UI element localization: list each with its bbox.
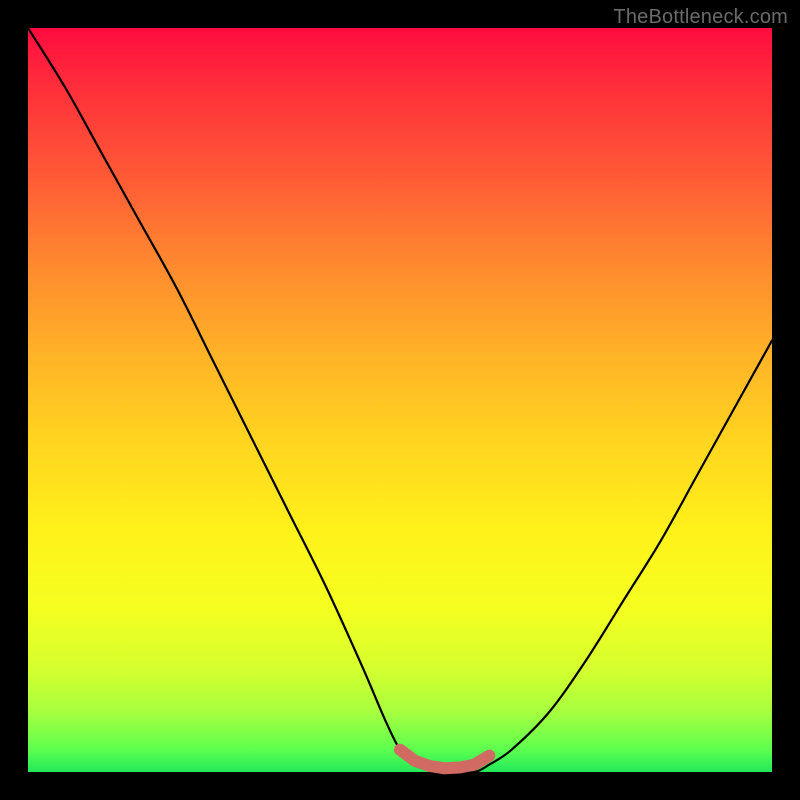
chart-frame: TheBottleneck.com <box>0 0 800 800</box>
plot-area <box>28 28 772 772</box>
optimal-range-marker <box>400 750 489 769</box>
bottleneck-curve <box>28 28 772 773</box>
watermark-text: TheBottleneck.com <box>613 6 788 29</box>
chart-svg <box>28 28 772 772</box>
